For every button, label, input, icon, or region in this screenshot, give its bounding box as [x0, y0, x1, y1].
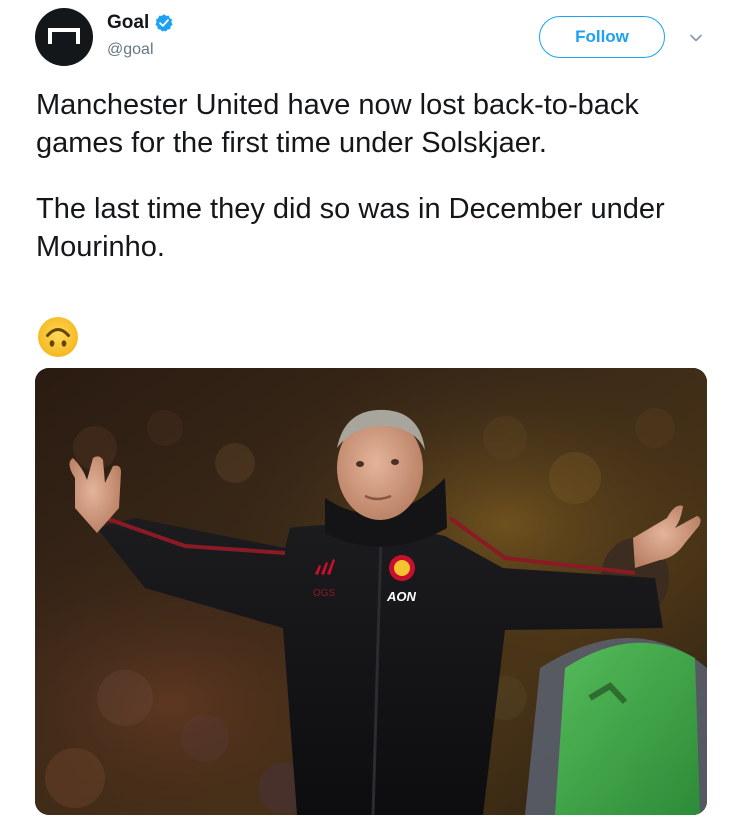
- jacket-initials: OGS: [313, 588, 336, 599]
- verified-badge-icon: [155, 14, 173, 32]
- author-display-name[interactable]: Goal: [107, 12, 149, 34]
- jacket-sponsor: AON: [386, 589, 417, 604]
- tweet-paragraph: The last time they did so was in Decembe…: [36, 193, 665, 263]
- tweet-text: Manchester United have now lost back-to-…: [36, 86, 726, 266]
- chevron-down-icon[interactable]: [688, 30, 704, 46]
- upside-down-face-emoji: [38, 317, 78, 357]
- follow-button[interactable]: Follow: [539, 16, 665, 58]
- manager-photo-illustration: AON OGS: [35, 368, 707, 815]
- goal-logo-icon: [48, 28, 80, 44]
- tweet-card: Goal @goal Follow Manchester United have…: [0, 0, 750, 828]
- avatar[interactable]: [35, 8, 93, 66]
- tweet-photo[interactable]: AON OGS: [35, 368, 707, 815]
- author-handle[interactable]: @goal: [107, 41, 154, 59]
- author-name-row: Goal: [107, 12, 174, 34]
- club-crest-icon: [389, 555, 415, 581]
- tweet-paragraph: Manchester United have now lost back-to-…: [36, 89, 639, 159]
